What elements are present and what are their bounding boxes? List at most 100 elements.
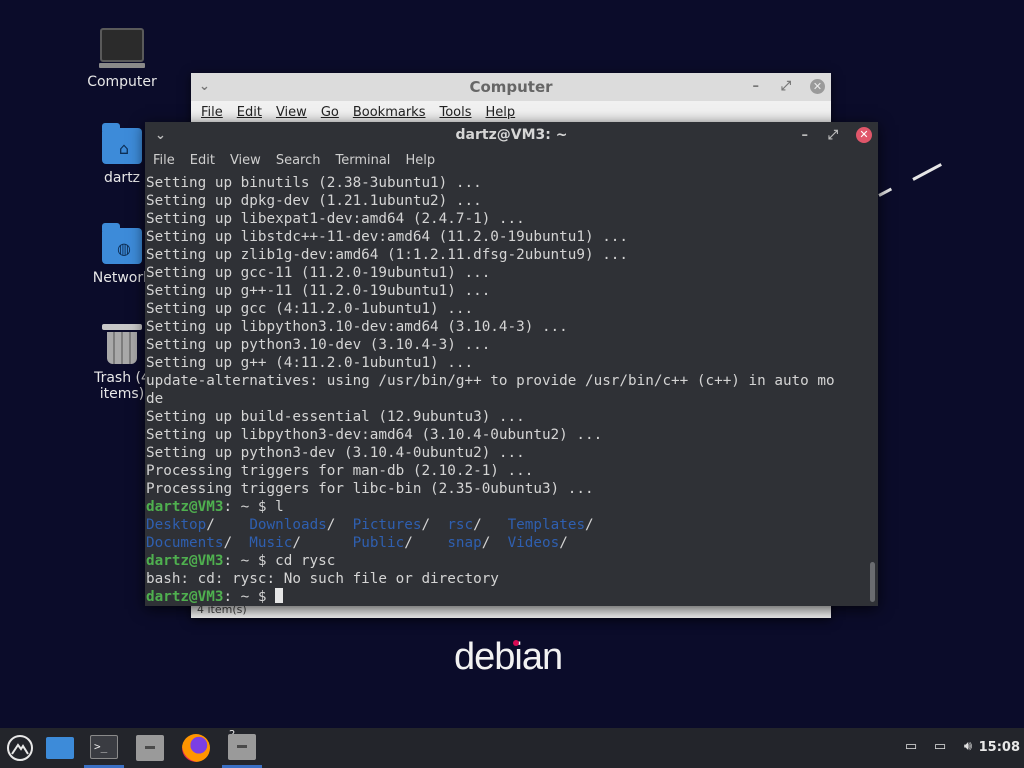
terminal-line: Setting up binutils (2.38-3ubuntu1) ... [146,175,482,191]
taskbar-files-button[interactable] [130,728,170,768]
terminal-line: Setting up libpython3-dev:amd64 (3.10.4-… [146,427,603,443]
prompt-suffix: : ~ $ [223,589,276,605]
file-manager-title: Computer [469,78,553,96]
prompt-line: dartz@VM3: ~ $ cd rysc [146,552,868,570]
debian-logo-dot [513,640,519,646]
prompt-user: dartz@VM3 [146,499,224,515]
wallpaper-stroke [912,163,942,181]
terminal-line: Setting up libstdc++-11-dev:amd64 (11.2.… [146,229,629,245]
show-desktop-button[interactable] [40,728,80,768]
network-folder-icon: ◍ [102,223,142,264]
menu-terminal[interactable]: Terminal [335,153,390,168]
maximize-icon[interactable]: ⤢ [828,122,838,150]
terminal-line: Setting up libexpat1-dev:amd64 (2.4.7-1)… [146,211,525,227]
terminal-line: Processing triggers for libc-bin (2.35-0… [146,481,594,497]
terminal-line: de [146,391,164,407]
prompt-line[interactable]: dartz@VM3: ~ $ [146,588,868,606]
prompt-user: dartz@VM3 [146,589,224,605]
terminal-line: Setting up zlib1g-dev:amd64 (1:1.2.11.df… [146,247,629,263]
minimize-icon[interactable]: – [753,73,760,101]
menu-search[interactable]: Search [276,153,321,168]
terminal-title: dartz@VM3: ~ [455,127,568,143]
computer-icon [99,28,145,68]
menu-file[interactable]: File [201,105,223,120]
debian-logo: debian [454,636,563,679]
ls-output-row: Documents/ Music/ Public/ snap/ Videos/ [146,535,568,551]
terminal-scrollbar[interactable] [870,562,875,602]
debian-logo-text: debian [454,636,563,678]
taskbar-firefox-button[interactable] [176,728,216,768]
volume-icon[interactable]: 🔊︎ [960,740,976,754]
dir-entry: Public [352,535,405,551]
command-text: cd rysc [275,553,336,569]
ls-output-row: Desktop/ Downloads/ Pictures/ rsc/ Templ… [146,517,594,533]
command-text: l [275,499,284,515]
dir-entry: Desktop [146,517,207,533]
app-menu-icon [7,735,33,761]
trash-icon [102,324,142,364]
minimize-icon[interactable]: – [802,122,809,150]
terminal-line: Setting up python3.10-dev (3.10.4-3) ... [146,337,491,353]
taskbar-file-manager-group-button[interactable]: 2 [222,728,262,768]
dir-entry: Music [249,535,293,551]
terminal-line: Setting up g++-11 (11.2.0-19ubuntu1) ... [146,283,491,299]
terminal-titlebar[interactable]: ⌄ dartz@VM3: ~ – ⤢ ✕ [145,122,878,149]
terminal-line: Setting up gcc-11 (11.2.0-19ubuntu1) ... [146,265,491,281]
menu-view[interactable]: View [276,105,307,120]
network-wired-icon[interactable]: ▭ [932,740,948,754]
error-line: bash: cd: rysc: No such file or director… [146,571,499,587]
terminal-menubar: File Edit View Search Terminal Help [145,149,878,172]
menu-help[interactable]: Help [405,153,435,168]
terminal-line: Processing triggers for man-db (2.10.2-1… [146,463,534,479]
menu-view[interactable]: View [230,153,261,168]
close-icon[interactable]: ✕ [856,127,872,143]
terminal-line: Setting up dpkg-dev (1.21.1ubuntu2) ... [146,193,482,209]
terminal-window[interactable]: ⌄ dartz@VM3: ~ – ⤢ ✕ File Edit View Sear… [145,122,878,606]
wallpaper-stroke [878,187,893,197]
menu-file[interactable]: File [153,153,175,168]
terminal-line: Setting up g++ (4:11.2.0-1ubuntu1) ... [146,355,474,371]
terminal-line: Setting up build-essential (12.9ubuntu3)… [146,409,525,425]
menu-help[interactable]: Help [486,105,516,120]
home-folder-icon: ⌂ [102,123,142,164]
network-wired-icon[interactable]: ▭ [903,740,919,754]
dir-entry: Pictures [352,517,422,533]
prompt-suffix: : ~ $ [223,553,276,569]
terminal-output[interactable]: Setting up binutils (2.38-3ubuntu1) ... S… [145,174,868,606]
file-manager-titlebar[interactable]: ⌄ Computer – ⤢ ✕ [191,73,831,101]
menu-edit[interactable]: Edit [237,105,262,120]
terminal-line: update-alternatives: using /usr/bin/g++ … [146,373,835,389]
dir-entry: Videos [507,535,560,551]
menu-bookmarks[interactable]: Bookmarks [353,105,426,120]
desktop-icon-computer[interactable]: Computer [72,22,172,90]
menu-go[interactable]: Go [321,105,339,120]
menu-tools[interactable]: Tools [439,105,471,120]
firefox-icon [182,734,210,762]
dir-entry: Downloads [249,517,327,533]
file-manager-menubar: File Edit View Go Bookmarks Tools Help [191,101,831,124]
terminal-line: Setting up gcc (4:11.2.0-1ubuntu1) ... [146,301,474,317]
file-cabinet-icon [228,733,256,760]
clock[interactable]: 15:08 [979,728,1020,768]
dir-entry: Documents [146,535,224,551]
dir-entry: rsc [447,517,474,533]
window-menu-chevron-icon[interactable]: ⌄ [199,73,210,101]
dir-entry: Templates [507,517,586,533]
close-icon[interactable]: ✕ [810,79,825,94]
terminal-icon: >_ [90,734,118,759]
window-menu-chevron-icon[interactable]: ⌄ [155,122,166,150]
dir-entry: snap [447,535,482,551]
taskbar-terminal-button[interactable]: >_ [84,728,124,768]
desktop-icon [46,737,74,759]
menu-edit[interactable]: Edit [190,153,215,168]
prompt-line: dartz@VM3: ~ $ l [146,498,868,516]
file-cabinet-icon [136,735,164,761]
app-menu-button[interactable] [0,728,40,768]
prompt-suffix: : ~ $ [223,499,276,515]
maximize-icon[interactable]: ⤢ [781,73,791,101]
terminal-line: Setting up python3-dev (3.10.4-0ubuntu2)… [146,445,525,461]
text-cursor [275,588,284,603]
taskbar: >_ 2 ▭ ▭ 🔊︎ 15:08 [0,728,1024,768]
desktop-icon-label: Computer [87,74,157,90]
terminal-line: Setting up libpython3.10-dev:amd64 (3.10… [146,319,568,335]
